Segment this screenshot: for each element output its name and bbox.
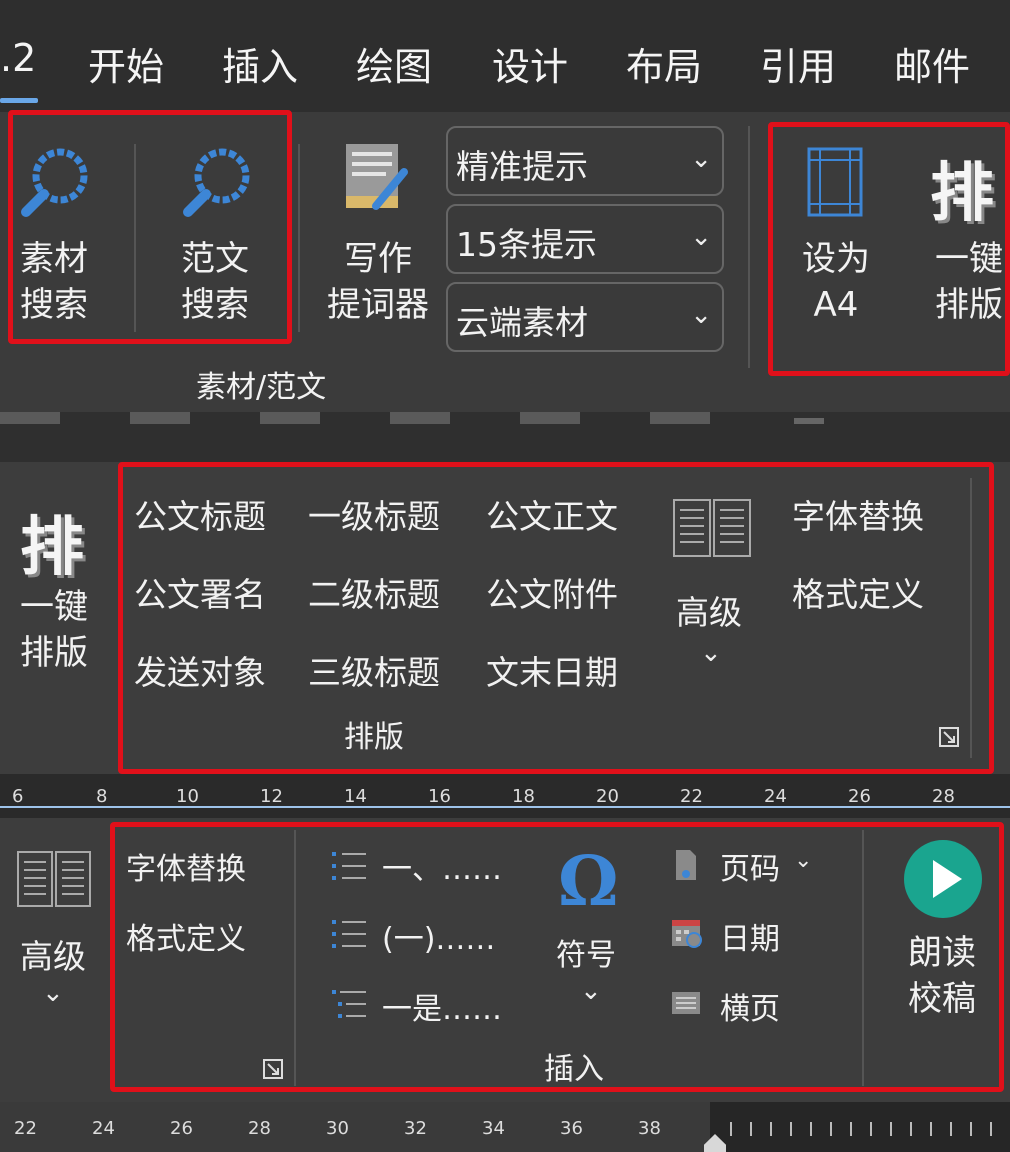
scroll-thumb bbox=[794, 418, 824, 424]
highlight-box bbox=[8, 110, 292, 344]
group-label-material: 素材/范文 bbox=[196, 370, 327, 405]
cut-off-strip bbox=[0, 412, 1010, 462]
ruler-tick: 26 bbox=[170, 1118, 193, 1139]
ruler-tick: 30 bbox=[326, 1118, 349, 1139]
tab-layout[interactable]: 布局 bbox=[626, 36, 702, 91]
hint-count-dropdown[interactable]: 15条提示 ⌄ bbox=[446, 204, 724, 274]
ruler-bottom: 22 24 26 28 30 32 34 36 38 bbox=[0, 1102, 1010, 1152]
highlight-box bbox=[118, 462, 994, 774]
ribbon-tab-bar: .2 开始 插入 绘图 设计 布局 引用 邮件 bbox=[0, 0, 1010, 112]
ruler-tick: 26 bbox=[848, 786, 871, 807]
divider bbox=[298, 144, 300, 332]
ruler-tick: 8 bbox=[96, 786, 108, 807]
ribbon-panel-insert: 高级 ⌄ 字体替换 格式定义 一、…… (一)…… 一是…… Ω 符号 ⌄ 页码… bbox=[0, 818, 1010, 1102]
ruler-top: 6 8 10 12 14 16 18 20 22 24 26 28 bbox=[0, 774, 1010, 818]
one-key-layout-button[interactable]: 一键 排版 bbox=[4, 584, 104, 676]
ruler-tick: 16 bbox=[428, 786, 451, 807]
tab-current[interactable]: .2 bbox=[0, 36, 36, 80]
ruler-tick: 12 bbox=[260, 786, 283, 807]
one-key-layout-icon: 排 bbox=[20, 511, 84, 585]
ruler-tick: 28 bbox=[932, 786, 955, 807]
tab-insert[interactable]: 插入 bbox=[222, 36, 298, 91]
ruler-tick: 32 bbox=[404, 1118, 427, 1139]
divider bbox=[748, 126, 750, 368]
tab-references[interactable]: 引用 bbox=[760, 36, 836, 91]
one-key-label-2: 排版 bbox=[20, 633, 88, 673]
writing-prompter-button[interactable]: 写作 提词器 bbox=[318, 236, 438, 328]
ruler-ticks bbox=[730, 1122, 1010, 1136]
ruler-tick: 18 bbox=[512, 786, 535, 807]
ruler-tick: 36 bbox=[560, 1118, 583, 1139]
ruler-tick: 24 bbox=[92, 1118, 115, 1139]
tab-draw[interactable]: 绘图 bbox=[356, 36, 432, 91]
ribbon-panel-material: 素材 搜索 范文 搜索 写作 提词器 精准提示 ⌄ 15条提示 ⌄ 云端素材 ⌄… bbox=[0, 110, 1010, 412]
writer-label-1: 写作 bbox=[344, 239, 412, 279]
advanced-button[interactable]: 高级 bbox=[20, 930, 86, 978]
highlight-box bbox=[110, 822, 1004, 1092]
dropdown-label: 云端素材 bbox=[456, 303, 588, 342]
highlight-box bbox=[768, 122, 1010, 376]
chevron-down-icon: ⌄ bbox=[690, 222, 712, 252]
book-icon bbox=[14, 848, 94, 910]
writer-label-2: 提词器 bbox=[327, 285, 429, 325]
one-key-label-1: 一键 bbox=[20, 587, 88, 627]
ruler-tick: 22 bbox=[14, 1118, 37, 1139]
cut-off-text bbox=[0, 412, 740, 424]
active-tab-indicator bbox=[0, 98, 38, 103]
chevron-down-icon[interactable]: ⌄ bbox=[42, 978, 64, 1008]
ribbon-panel-layout: 排 一键 排版 公文标题 一级标题 公文正文 公文署名 二级标题 公文附件 发送… bbox=[0, 462, 1010, 774]
precise-hint-dropdown[interactable]: 精准提示 ⌄ bbox=[446, 126, 724, 196]
ruler-tick: 34 bbox=[482, 1118, 505, 1139]
ruler-tick: 14 bbox=[344, 786, 367, 807]
tab-home[interactable]: 开始 bbox=[88, 36, 164, 91]
tab-design[interactable]: 设计 bbox=[492, 36, 568, 91]
cloud-material-dropdown[interactable]: 云端素材 ⌄ bbox=[446, 282, 724, 352]
ruler-tick: 20 bbox=[596, 786, 619, 807]
ruler-tick: 10 bbox=[176, 786, 199, 807]
ruler-tick: 24 bbox=[764, 786, 787, 807]
dropdown-label: 精准提示 bbox=[456, 147, 588, 186]
ruler-tick: 38 bbox=[638, 1118, 661, 1139]
ruler-tick: 22 bbox=[680, 786, 703, 807]
ruler-tick: 6 bbox=[12, 786, 24, 807]
chevron-down-icon: ⌄ bbox=[690, 144, 712, 174]
tab-mailings[interactable]: 邮件 bbox=[894, 36, 970, 91]
ruler-tick: 28 bbox=[248, 1118, 271, 1139]
chevron-down-icon: ⌄ bbox=[690, 300, 712, 330]
dropdown-label: 15条提示 bbox=[456, 225, 597, 264]
document-pen-icon bbox=[340, 142, 412, 218]
